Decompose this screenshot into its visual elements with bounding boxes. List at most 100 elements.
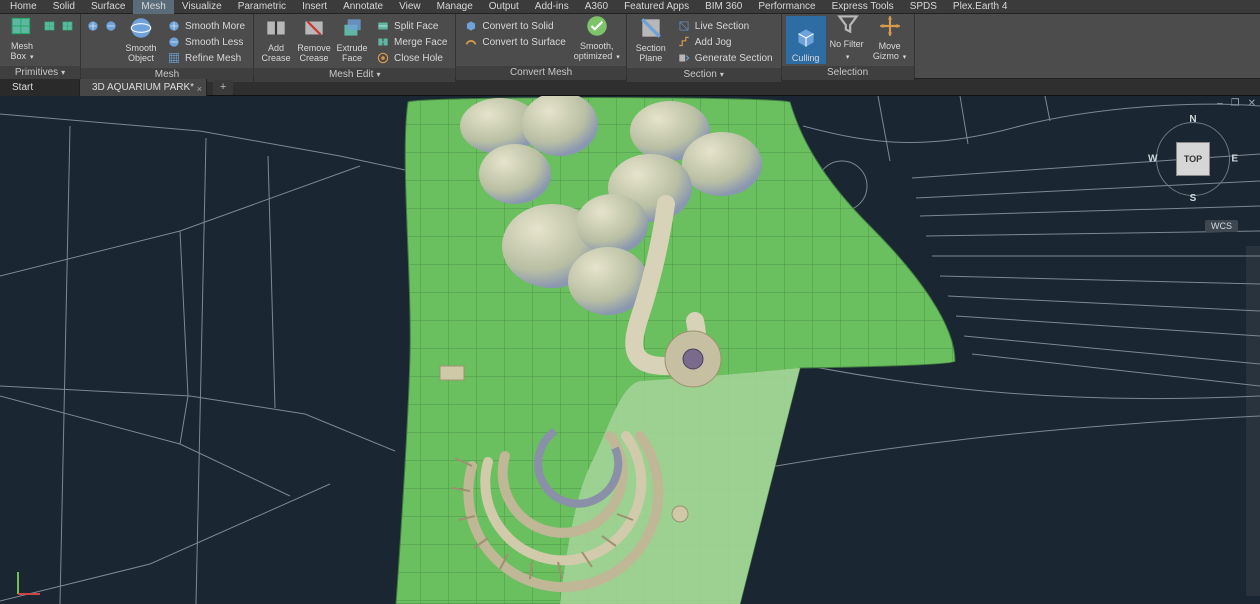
section-plane-icon xyxy=(637,15,665,41)
ribbon-panel-title: Convert Mesh xyxy=(456,66,625,80)
add-jog-icon xyxy=(677,35,691,49)
button-label: Smooth,optimized ▾ xyxy=(574,41,620,63)
extrude-face-button[interactable]: ExtrudeFace xyxy=(334,16,370,64)
ribbon-panel-mesh-edit: AddCreaseRemoveCreaseExtrudeFace Split Fa… xyxy=(254,14,456,78)
menu-item-parametric[interactable]: Parametric xyxy=(230,0,294,14)
tab-add-button[interactable]: + xyxy=(213,80,233,95)
split-face-button[interactable]: Split Face xyxy=(372,18,451,34)
live-section-button[interactable]: Live Section xyxy=(673,18,777,34)
menu-item-add-ins[interactable]: Add-ins xyxy=(527,0,577,14)
tab-close-icon[interactable]: × xyxy=(197,81,202,98)
menu-item-bim-360[interactable]: BIM 360 xyxy=(697,0,750,14)
move-gizmo-button[interactable]: MoveGizmo ▾ xyxy=(870,16,910,64)
smooth-object-button[interactable]: SmoothObject xyxy=(121,16,161,64)
button-label: SmoothObject xyxy=(125,43,156,63)
menu-item-performance[interactable]: Performance xyxy=(750,0,823,14)
viewcube[interactable]: N S E W TOP xyxy=(1148,114,1238,204)
smooth-opt-icon xyxy=(583,13,611,39)
smooth-less-button[interactable]: Smooth Less xyxy=(163,34,249,50)
button-label: Mesh Box ▾ xyxy=(6,41,38,63)
merge-face-button[interactable]: Merge Face xyxy=(372,34,451,50)
button-label: Convert to Surface xyxy=(482,37,565,48)
menu-item-plex-earth-4[interactable]: Plex.Earth 4 xyxy=(945,0,1015,14)
button-label: Convert to Solid xyxy=(482,21,553,32)
menu-item-mesh[interactable]: Mesh xyxy=(133,0,173,14)
close-hole-button[interactable]: Close Hole xyxy=(372,50,451,66)
button-label: Split Face xyxy=(394,21,438,32)
menu-item-surface[interactable]: Surface xyxy=(83,0,133,14)
add-jog-button[interactable]: Add Jog xyxy=(673,34,777,50)
viewcube-east[interactable]: E xyxy=(1231,154,1238,165)
convert-solid-icon xyxy=(464,19,478,33)
smooth-less-mini-icon[interactable] xyxy=(103,18,119,34)
button-label: Generate Section xyxy=(695,53,773,64)
ribbon-panel-primitives: Mesh Box ▾Primitives▾ xyxy=(0,14,81,78)
chevron-down-icon: ▾ xyxy=(28,54,33,61)
section-plane-button[interactable]: SectionPlane xyxy=(631,16,671,64)
smooth-more-icon xyxy=(167,19,181,33)
convert-to-surface-button[interactable]: Convert to Surface xyxy=(460,34,569,50)
viewcube-face[interactable]: TOP xyxy=(1176,142,1210,176)
primitive-variant-icon[interactable] xyxy=(60,18,76,34)
generate-section-button[interactable]: Generate Section xyxy=(673,50,777,66)
smooth-more-button[interactable]: Smooth More xyxy=(163,18,249,34)
button-label: Smooth Less xyxy=(185,37,243,48)
menu-item-featured-apps[interactable]: Featured Apps xyxy=(616,0,697,14)
convert-surface-icon xyxy=(464,35,478,49)
menu-item-a360[interactable]: A360 xyxy=(577,0,616,14)
remove-crease-button[interactable]: RemoveCrease xyxy=(296,16,332,64)
no-filter-button[interactable]: No Filter ▾ xyxy=(828,16,868,64)
culling-button[interactable]: Culling xyxy=(786,16,826,64)
chevron-down-icon: ▾ xyxy=(720,68,724,82)
tab-start[interactable]: Start xyxy=(0,79,80,96)
button-label: Live Section xyxy=(695,21,749,32)
button-label: SectionPlane xyxy=(636,43,666,63)
mesh-box-button[interactable]: Mesh Box ▾ xyxy=(4,16,40,64)
button-label: RemoveCrease xyxy=(297,43,331,63)
ribbon: Mesh Box ▾Primitives▾ SmoothObject Smooth … xyxy=(0,14,1260,79)
refine-mesh-button[interactable]: Refine Mesh xyxy=(163,50,249,66)
viewcube-south[interactable]: S xyxy=(1190,193,1197,204)
button-label: Smooth More xyxy=(185,21,245,32)
tab-active-document[interactable]: 3D AQUARIUM PARK* × xyxy=(80,79,207,96)
viewport[interactable]: – ❐ ✕ xyxy=(0,96,1260,604)
primitive-variant-icon[interactable] xyxy=(42,18,58,34)
button-label: Culling xyxy=(792,53,820,63)
button-label: Refine Mesh xyxy=(185,53,241,64)
menu-item-annotate[interactable]: Annotate xyxy=(335,0,391,14)
convert-to-solid-button[interactable]: Convert to Solid xyxy=(460,18,569,34)
add-crease-button[interactable]: AddCrease xyxy=(258,16,294,64)
viewcube-north[interactable]: N xyxy=(1189,114,1196,125)
menu-item-insert[interactable]: Insert xyxy=(294,0,335,14)
button-label: MoveGizmo ▾ xyxy=(873,41,906,63)
menu-item-solid[interactable]: Solid xyxy=(45,0,83,14)
navigation-bar[interactable] xyxy=(1246,246,1260,596)
button-label: Close Hole xyxy=(394,53,443,64)
smooth-optimized-button[interactable]: Smooth,optimized ▾ xyxy=(572,16,622,64)
menu-bar: HomeSolidSurfaceMeshVisualizeParametricI… xyxy=(0,0,1260,14)
ribbon-panel-section: SectionPlane Live Section Add Jog Generate … xyxy=(627,14,782,78)
extrude-face-icon xyxy=(338,15,366,41)
ribbon-panel-title[interactable]: Mesh Edit▾ xyxy=(254,68,455,82)
ucs-icon xyxy=(14,568,44,598)
culling-icon xyxy=(792,25,820,51)
ribbon-panel-selection: CullingNo Filter ▾MoveGizmo ▾Selection xyxy=(782,14,915,78)
menu-item-view[interactable]: View xyxy=(391,0,429,14)
generate-section-icon xyxy=(677,51,691,65)
move-gizmo-icon xyxy=(876,13,904,39)
ribbon-panel-title[interactable]: Section▾ xyxy=(627,68,781,82)
refine-mesh-icon xyxy=(167,51,181,65)
chevron-down-icon: ▾ xyxy=(846,54,850,61)
wcs-badge[interactable]: WCS xyxy=(1205,220,1238,232)
menu-item-output[interactable]: Output xyxy=(481,0,527,14)
viewcube-west[interactable]: W xyxy=(1148,154,1157,165)
smooth-more-mini-icon[interactable] xyxy=(85,18,101,34)
menu-item-manage[interactable]: Manage xyxy=(429,0,481,14)
menu-item-home[interactable]: Home xyxy=(2,0,45,14)
button-label: Merge Face xyxy=(394,37,447,48)
chevron-down-icon: ▾ xyxy=(614,54,619,61)
chevron-down-icon: ▾ xyxy=(901,54,906,61)
button-label: Add Jog xyxy=(695,37,732,48)
menu-item-visualize[interactable]: Visualize xyxy=(174,0,230,14)
menu-item-spds[interactable]: SPDS xyxy=(902,0,945,14)
